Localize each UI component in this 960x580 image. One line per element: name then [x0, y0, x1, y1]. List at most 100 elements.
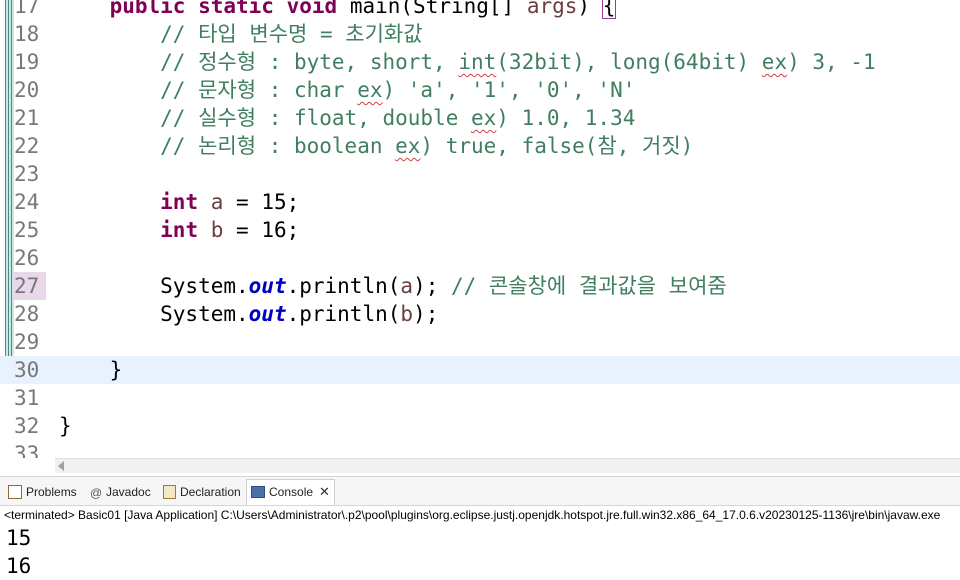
comment-token: ) 3, -1	[787, 50, 876, 74]
comment-token: ex	[357, 78, 383, 102]
code-line[interactable]: 27 System.out.println(a); // 콘솔창에 결과값을 보…	[0, 272, 960, 300]
code-text: int b = 16;	[59, 216, 299, 244]
code-token: System.	[59, 274, 249, 298]
tab-problems[interactable]: Problems	[4, 480, 81, 504]
code-line[interactable]: 20 // 문자형 : char ex) 'a', '1', '0', 'N'	[0, 76, 960, 104]
comment-token: ex	[470, 106, 497, 130]
code-line[interactable]: 21 // 실수형 : float, double ex) 1.0, 1.34	[0, 104, 960, 132]
console-output-line: 16	[6, 554, 32, 578]
close-icon[interactable]: ✕	[319, 484, 330, 499]
code-line[interactable]: 22 // 논리형 : boolean ex) true, false(참, 거…	[0, 132, 960, 160]
code-token: args	[526, 0, 578, 18]
scroll-left-arrow-icon[interactable]	[58, 461, 64, 471]
code-line[interactable]: 19 // 정수형 : byte, short, int(32bit), lon…	[0, 48, 960, 76]
code-token: );	[413, 302, 439, 326]
launch-info: <terminated> Basic01 [Java Application] …	[4, 508, 941, 522]
view-tab-bar: Problems @ Javadoc Declaration Console ✕	[0, 477, 960, 506]
comment-token: ) 'a', '1', '0', 'N'	[382, 78, 636, 102]
code-token: a	[400, 274, 414, 298]
code-token: b	[210, 218, 224, 242]
line-number: 23	[14, 162, 40, 186]
comment-token: ) 1.0, 1.34	[496, 106, 636, 130]
comment-token: // 문자형 : char	[160, 78, 358, 102]
code-text: // 타입 변수명 = 초기화값	[59, 20, 423, 48]
tab-javadoc-label: Javadoc	[106, 485, 151, 499]
code-token: .println(	[286, 302, 401, 326]
line-number: 27	[14, 272, 46, 300]
keyword-token: void	[286, 0, 338, 18]
code-token: }	[59, 414, 72, 438]
code-token: {	[601, 0, 617, 19]
code-text: }	[59, 356, 123, 384]
comment-token: // 정수형 : byte, short,	[160, 50, 459, 74]
code-line[interactable]: 25 int b = 16;	[0, 216, 960, 244]
code-token: );	[413, 274, 451, 298]
tab-declaration-label: Declaration	[180, 485, 241, 499]
code-line[interactable]: 33	[0, 440, 960, 458]
code-token: = 16;	[223, 218, 300, 242]
code-token: a	[210, 190, 224, 214]
tab-console-label: Console	[269, 485, 314, 499]
code-token: }	[59, 358, 123, 382]
keyword-token: public	[109, 0, 186, 18]
comment-token: int	[458, 50, 497, 74]
code-line[interactable]: 28 System.out.println(b);	[0, 300, 960, 328]
declaration-icon	[163, 484, 176, 499]
code-line[interactable]: 26	[0, 244, 960, 272]
console-icon	[251, 485, 265, 498]
horizontal-scrollbar[interactable]	[55, 458, 960, 473]
code-text: }	[59, 412, 72, 440]
comment-token: ex	[761, 50, 788, 74]
console-output-line: 15	[6, 526, 32, 550]
tab-problems-label: Problems	[26, 485, 77, 499]
tab-console[interactable]: Console ✕	[246, 479, 335, 505]
line-number: 18	[14, 22, 40, 46]
code-token: main(String[]	[337, 0, 527, 18]
code-token: System.	[59, 302, 249, 326]
code-line[interactable]: 17 public static void main(String[] args…	[0, 0, 960, 20]
code-line[interactable]: 29	[0, 328, 960, 356]
code-token: b	[400, 302, 414, 326]
line-number: 24	[14, 190, 40, 214]
problems-icon	[8, 484, 22, 499]
line-number: 20	[14, 78, 40, 102]
code-line[interactable]: 24 int a = 15;	[0, 188, 960, 216]
code-editor[interactable]: 17 public static void main(String[] args…	[0, 0, 960, 458]
tab-declaration[interactable]: Declaration	[159, 480, 245, 504]
code-line[interactable]: 31	[0, 384, 960, 412]
javadoc-icon: @	[90, 485, 103, 500]
tab-javadoc[interactable]: @ Javadoc	[86, 480, 155, 504]
keyword-token: static	[198, 0, 274, 18]
line-number: 29	[14, 330, 40, 354]
code-token: )	[577, 0, 603, 18]
line-number: 19	[14, 50, 40, 74]
comment-token: // 타입 변수명 = 초기화값	[160, 22, 423, 46]
line-number: 33	[14, 442, 40, 458]
code-line[interactable]: 30 }	[0, 356, 960, 384]
comment-token: ex	[395, 134, 421, 158]
code-line[interactable]: 23	[0, 160, 960, 188]
line-number: 22	[14, 134, 40, 158]
code-line[interactable]: 32}	[0, 412, 960, 440]
code-token: out	[248, 302, 287, 326]
code-token: = 15;	[223, 190, 300, 214]
console-output[interactable]: 15 16	[6, 524, 31, 580]
line-number: 25	[14, 218, 40, 242]
code-text: int a = 15;	[59, 188, 299, 216]
code-text: // 실수형 : float, double ex) 1.0, 1.34	[59, 104, 635, 132]
keyword-token: int	[160, 190, 199, 214]
code-text: // 문자형 : char ex) 'a', '1', '0', 'N'	[59, 76, 635, 104]
comment-token: ) true, false(참, 거짓)	[420, 134, 694, 158]
comment-token: // 실수형 : float, double	[160, 106, 471, 130]
code-line[interactable]: 18 // 타입 변수명 = 초기화값	[0, 20, 960, 48]
code-lines: 17 public static void main(String[] args…	[0, 0, 960, 458]
comment-token: // 논리형 : boolean	[160, 134, 396, 158]
